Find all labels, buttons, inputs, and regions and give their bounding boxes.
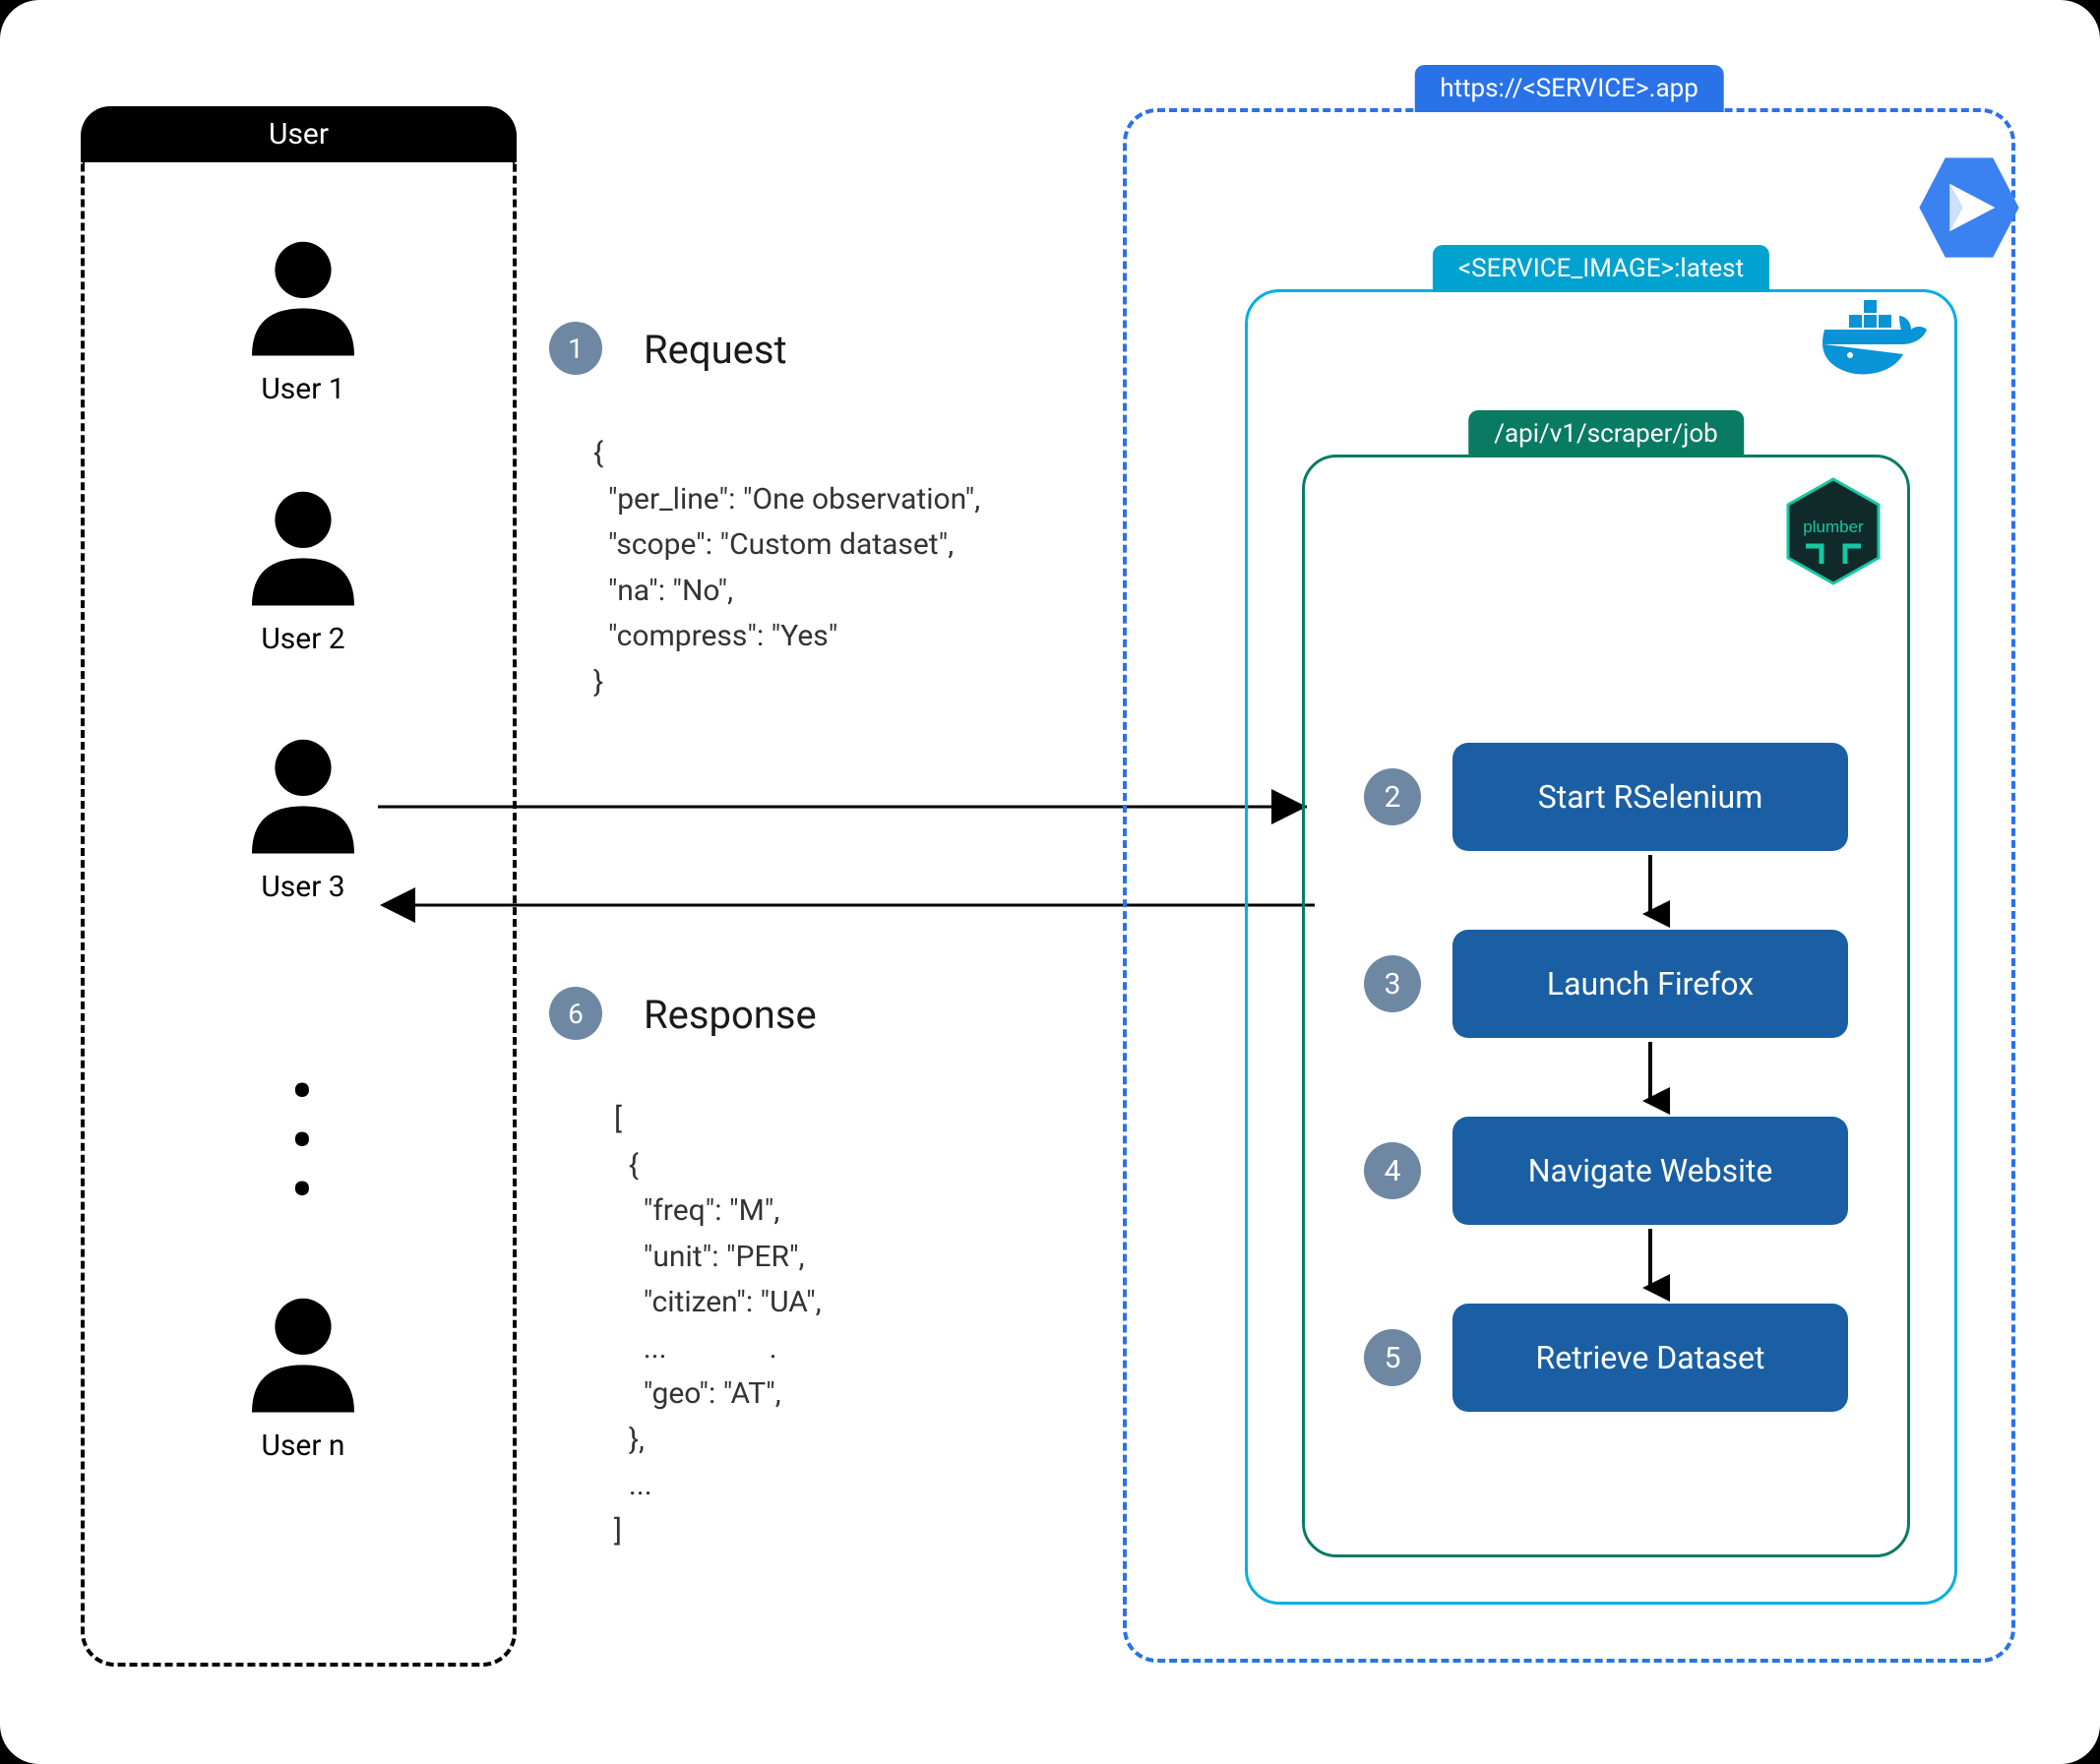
user-n: User n <box>205 1291 401 1463</box>
request-heading: Request <box>644 327 787 373</box>
step-arrow <box>1364 851 1848 930</box>
user-label: User 2 <box>205 622 401 656</box>
user-3: User 3 <box>205 732 401 904</box>
user-icon <box>239 1291 367 1419</box>
pipeline-steps: 2 Start RSelenium 3 Launch Firefox 4 <box>1305 743 1907 1412</box>
step-3-row: 3 Launch Firefox <box>1364 930 1848 1038</box>
user-label: User n <box>205 1429 401 1463</box>
step-box-navigate: Navigate Website <box>1452 1117 1848 1225</box>
cloud-run-url-tab: https://<SERVICE>.app <box>1414 65 1724 112</box>
cloud-run-icon <box>1915 153 2023 262</box>
user-icon <box>239 484 367 612</box>
user-label: User 3 <box>205 870 401 904</box>
request-body: { "per_line": "One observation", "scope"… <box>593 431 980 705</box>
docker-icon <box>1817 300 1935 389</box>
api-endpoint-box: /api/v1/scraper/job plumber 2 Start RSel… <box>1302 455 1910 1557</box>
step-2-row: 2 Start RSelenium <box>1364 743 1848 851</box>
step-5-row: 5 Retrieve Dataset <box>1364 1304 1848 1412</box>
user-icon <box>239 732 367 860</box>
plumber-icon: plumber <box>1784 477 1883 585</box>
step-badge-6: 6 <box>549 987 602 1040</box>
step-4-row: 4 Navigate Website <box>1364 1117 1848 1225</box>
step-badge-2: 2 <box>1364 768 1421 825</box>
svg-text:plumber: plumber <box>1803 517 1864 536</box>
step-box-firefox: Launch Firefox <box>1452 930 1848 1038</box>
step-box-rselenium: Start RSelenium <box>1452 743 1848 851</box>
step-arrow <box>1364 1038 1848 1117</box>
step-box-retrieve: Retrieve Dataset <box>1452 1304 1848 1412</box>
user-1: User 1 <box>205 234 401 406</box>
response-heading: Response <box>644 992 817 1038</box>
step-badge-1: 1 <box>549 322 602 375</box>
step-arrow <box>1364 1225 1848 1304</box>
user-2: User 2 <box>205 484 401 656</box>
api-endpoint-tab: /api/v1/scraper/job <box>1468 410 1744 457</box>
user-label: User 1 <box>205 372 401 406</box>
step-badge-5: 5 <box>1364 1329 1421 1386</box>
step-badge-4: 4 <box>1364 1142 1421 1199</box>
cloud-run-service-box: https://<SERVICE>.app <SERVICE_IMAGE>:la… <box>1123 108 2015 1663</box>
response-body: [ { "freq": "M", "unit": "PER", "citizen… <box>614 1097 822 1554</box>
docker-image-box: <SERVICE_IMAGE>:latest /api/v1/scrape <box>1245 289 1957 1605</box>
user-icon <box>239 234 367 362</box>
ellipsis-dots: ••• <box>291 1074 313 1222</box>
step-badge-3: 3 <box>1364 955 1421 1012</box>
docker-image-tab: <SERVICE_IMAGE>:latest <box>1433 245 1769 292</box>
diagram-canvas: User User 1 User 2 User 3 ••• <box>0 0 2100 1764</box>
user-box-header: User <box>81 106 517 162</box>
